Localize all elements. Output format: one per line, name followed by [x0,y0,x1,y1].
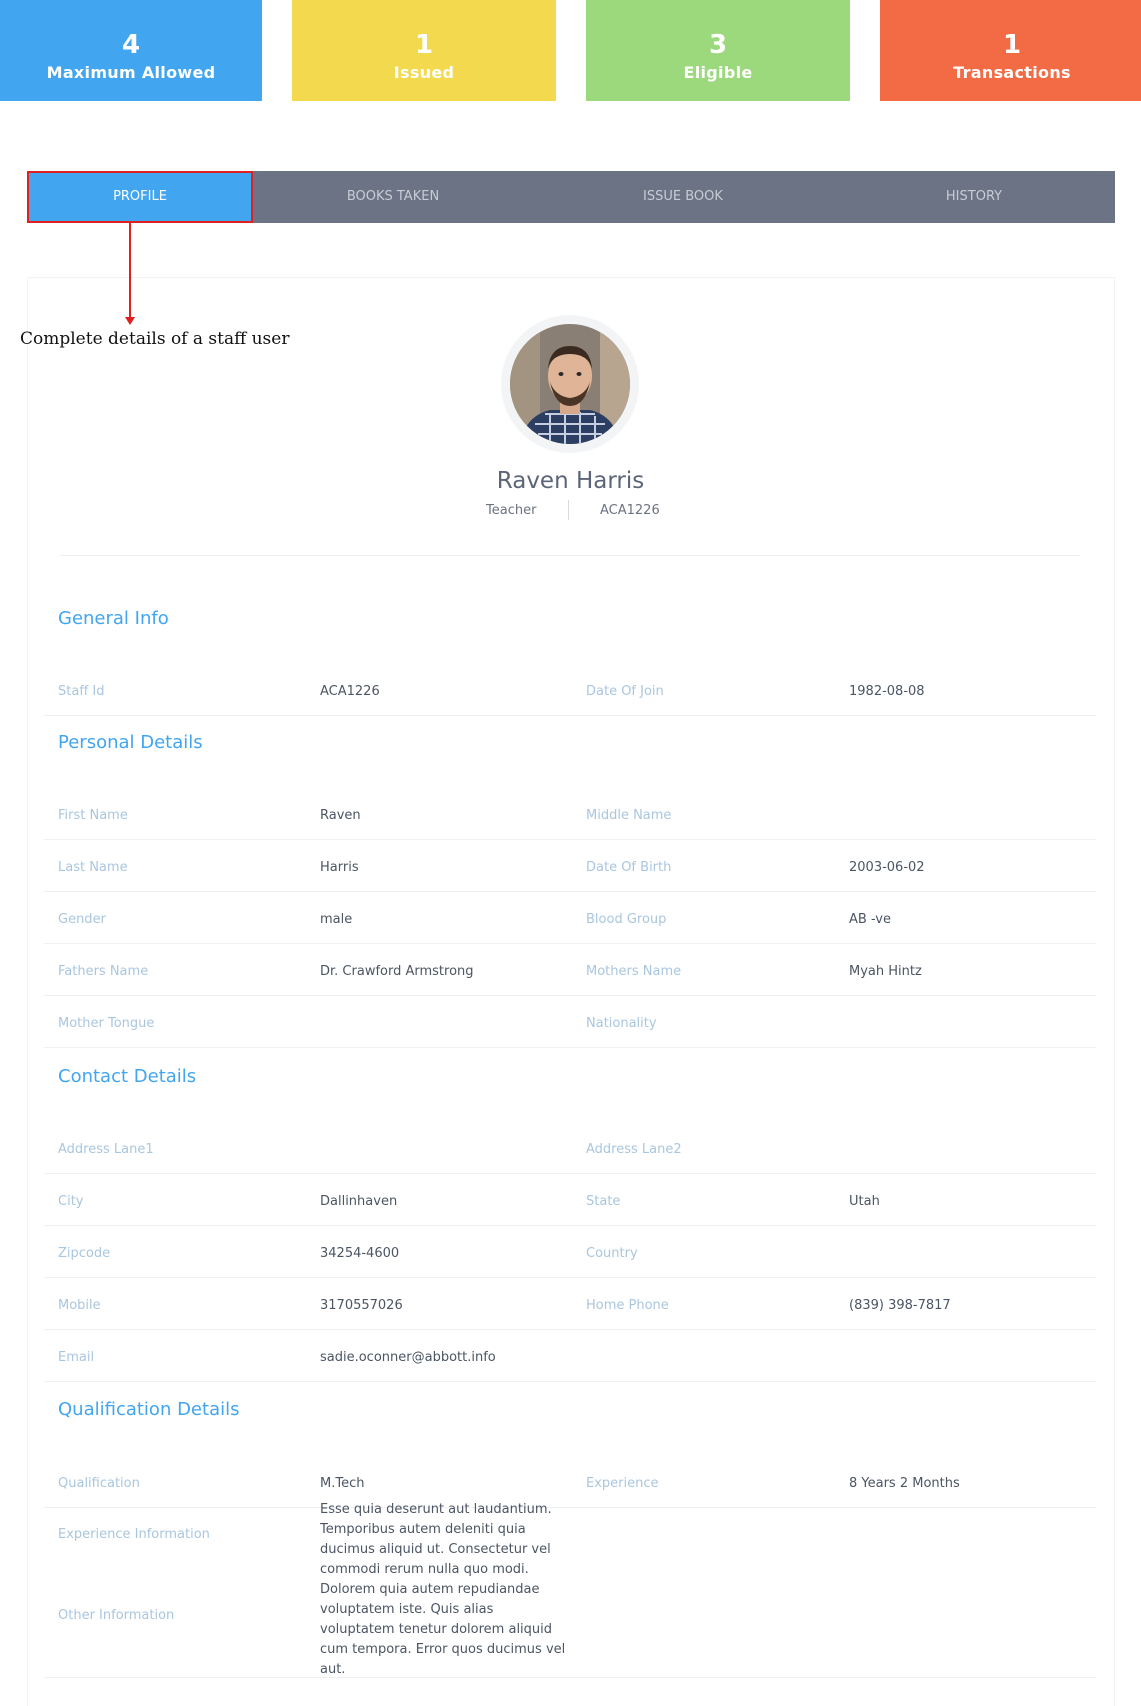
field-value: Dr. Crawford Armstrong [320,964,474,979]
info-row: Address Lane1 Address Lane2 [44,1122,1096,1174]
field-value: AB -ve [849,912,891,927]
field-value: Harris [320,860,359,875]
stat-card-maximum-allowed: 4 Maximum Allowed [0,0,262,101]
field-value: 8 Years 2 Months [849,1476,960,1491]
tab-history[interactable]: HISTORY [833,171,1115,223]
divider [44,1677,1096,1678]
field-label: Experience [586,1476,659,1491]
field-label: Fathers Name [58,964,149,979]
field-value: 2003-06-02 [849,860,925,875]
field-value: sadie.oconner@abbott.info [320,1350,496,1365]
field-value: Myah Hintz [849,964,922,979]
stat-card-transactions: 1 Transactions [880,0,1141,101]
info-row: Email sadie.oconner@abbott.info [44,1330,1096,1382]
info-row: Mother Tongue Nationality [44,996,1096,1048]
stat-value: 3 [708,30,728,60]
experience-information-text: Esse quia deserunt aut laudantium. Tempo… [320,1502,566,1677]
field-label: Mobile [58,1298,101,1313]
field-value: 3170557026 [320,1298,403,1313]
field-label: Last Name [58,860,128,875]
annotation-arrow-icon [125,317,135,325]
info-row: Gender male Blood Group AB -ve [44,892,1096,944]
field-value: M.Tech [320,1476,365,1491]
stats-bar: 4 Maximum Allowed 1 Issued 3 Eligible 1 … [0,0,1141,101]
info-row: First Name Raven Middle Name [44,788,1096,840]
stat-label: Maximum Allowed [46,63,216,82]
annotation-text: Complete details of a staff user [20,329,290,349]
field-value: 1982-08-08 [849,684,925,699]
avatar [501,315,639,453]
field-value: Dallinhaven [320,1194,398,1209]
field-label: Staff Id [58,684,105,699]
field-label: Experience Information [58,1527,210,1542]
tab-profile[interactable]: PROFILE [27,171,253,223]
info-row: Qualification M.Tech Experience 8 Years … [44,1456,1096,1508]
field-label: City [58,1194,84,1209]
info-row: Zipcode 34254-4600 Country [44,1226,1096,1278]
divider [60,555,1080,556]
stat-value: 4 [121,30,141,60]
field-value: male [320,912,353,927]
field-label: Address Lane2 [586,1142,682,1157]
field-value: Utah [849,1194,880,1209]
field-label: Date Of Join [586,684,664,699]
info-row: Fathers Name Dr. Crawford Armstrong Moth… [44,944,1096,996]
field-label: First Name [58,808,128,823]
field-value: ACA1226 [320,684,380,699]
field-label: Blood Group [586,912,667,927]
divider [568,500,569,520]
annotation-line [129,223,131,319]
stat-value: 1 [1002,30,1022,60]
tab-books-taken[interactable]: BOOKS TAKEN [253,171,533,223]
field-label: Middle Name [586,808,672,823]
profile-role: Teacher [486,503,537,518]
stat-label: Eligible [683,63,753,82]
info-row: Mobile 3170557026 Home Phone (839) 398-7… [44,1278,1096,1330]
section-title-qualification-details: Qualification Details [58,1399,240,1420]
field-value: (839) 398-7817 [849,1298,951,1313]
field-label: Mother Tongue [58,1016,155,1031]
profile-id: ACA1226 [600,503,660,518]
field-label: State [586,1194,621,1209]
field-label: Mothers Name [586,964,682,979]
field-label: Country [586,1246,638,1261]
field-label: Gender [58,912,106,927]
user-photo-icon [510,324,630,444]
stat-card-issued: 1 Issued [292,0,556,101]
info-row: Staff Id ACA1226 Date Of Join 1982-08-08 [44,664,1096,716]
tab-bar: PROFILE BOOKS TAKEN ISSUE BOOK HISTORY [27,171,1115,223]
field-value: 34254-4600 [320,1246,400,1261]
section-title-personal-details: Personal Details [58,732,203,753]
field-label: Zipcode [58,1246,111,1261]
stat-label: Issued [393,63,455,82]
field-label: Qualification [58,1476,140,1491]
profile-name: Raven Harris [496,468,645,494]
section-title-general-info: General Info [58,608,169,629]
field-label: Date Of Birth [586,860,672,875]
stat-value: 1 [414,30,434,60]
section-title-contact-details: Contact Details [58,1066,197,1087]
field-label: Home Phone [586,1298,669,1313]
stat-label: Transactions [953,63,1071,82]
info-row: City Dallinhaven State Utah [44,1174,1096,1226]
field-label: Nationality [586,1016,657,1031]
field-label: Email [58,1350,95,1365]
info-row: Last Name Harris Date Of Birth 2003-06-0… [44,840,1096,892]
tab-issue-book[interactable]: ISSUE BOOK [533,171,833,223]
field-value: Raven [320,808,361,823]
field-label: Other Information [58,1608,175,1623]
stat-card-eligible: 3 Eligible [586,0,850,101]
field-label: Address Lane1 [58,1142,154,1157]
